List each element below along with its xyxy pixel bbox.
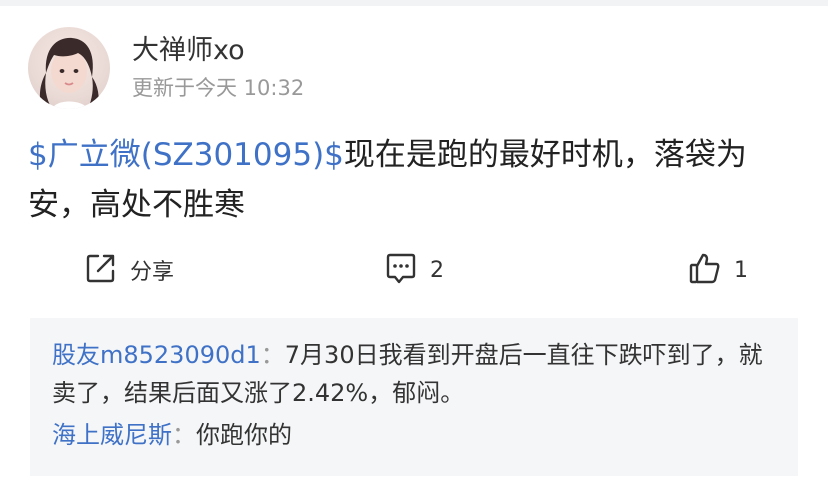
post-timestamp: 更新于今天 10:32 bbox=[132, 76, 305, 100]
comment-text: 你跑你的 bbox=[196, 421, 292, 449]
share-icon bbox=[84, 251, 118, 289]
thumbs-up-icon bbox=[688, 251, 722, 289]
share-button[interactable]: 分享 bbox=[84, 248, 174, 292]
comment-item[interactable]: 股友m8523090d1：7月30日我看到开盘后一直往下跌吓到了，就卖了，结果后… bbox=[52, 336, 776, 412]
comment-count: 2 bbox=[430, 257, 444, 283]
comment-separator: ： bbox=[260, 341, 285, 369]
action-bar: 分享 2 1 bbox=[0, 248, 828, 296]
comment-author[interactable]: 海上威尼斯 bbox=[52, 421, 172, 449]
comment-icon bbox=[384, 251, 418, 289]
top-divider bbox=[0, 0, 828, 6]
post-content-line2: 安，高处不胜寒 bbox=[28, 187, 245, 223]
post-header: 大禅师xo 更新于今天 10:32 bbox=[28, 26, 304, 110]
comment-item[interactable]: 海上威尼斯：你跑你的 bbox=[52, 416, 776, 454]
like-count: 1 bbox=[734, 257, 748, 283]
author-name[interactable]: 大禅师xo bbox=[132, 34, 304, 68]
post-content: $广立微(SZ301095)$现在是跑的最好时机，落袋为 安，高处不胜寒 bbox=[28, 130, 808, 230]
comment-separator: ： bbox=[172, 421, 196, 449]
avatar[interactable] bbox=[28, 27, 110, 109]
post-content-line1: 现在是跑的最好时机，落袋为 bbox=[343, 137, 747, 173]
avatar-portrait bbox=[39, 37, 99, 109]
comment-button[interactable]: 2 bbox=[384, 248, 444, 292]
share-label: 分享 bbox=[130, 260, 175, 285]
like-button[interactable]: 1 bbox=[688, 248, 748, 292]
comment-list: 股友m8523090d1：7月30日我看到开盘后一直往下跌吓到了，就卖了，结果后… bbox=[30, 318, 798, 476]
stock-link[interactable]: $广立微(SZ301095)$ bbox=[28, 137, 344, 173]
comment-author[interactable]: 股友m8523090d1 bbox=[52, 341, 261, 369]
